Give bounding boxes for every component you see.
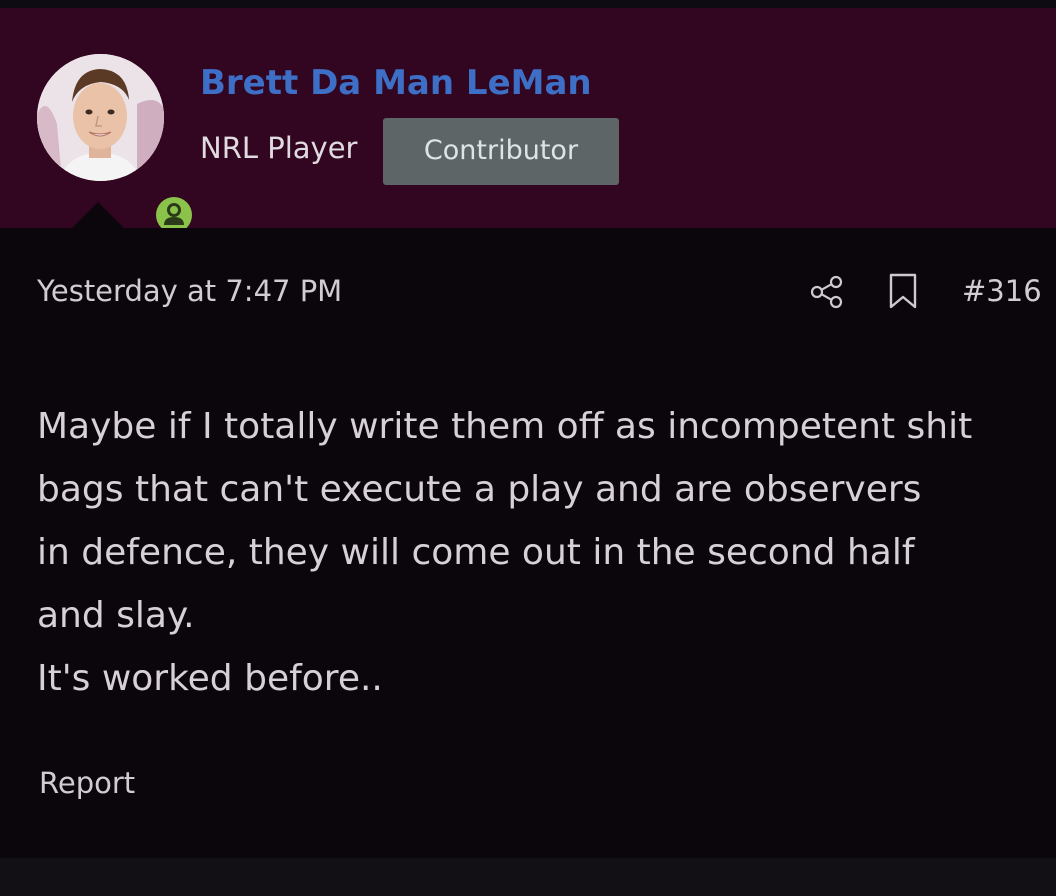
message-line: bags that can't execute a play and are o…: [37, 469, 922, 510]
message-line: It's worked before..: [37, 658, 383, 699]
post-number-link[interactable]: #316: [962, 274, 1042, 308]
bookmark-icon[interactable]: [887, 272, 919, 310]
message-line: and slay.: [37, 595, 195, 636]
post-message: Maybe if I totally write them off as inc…: [37, 395, 1049, 710]
author-user-title: NRL Player: [200, 131, 358, 165]
report-link[interactable]: Report: [39, 766, 135, 800]
post-body: Yesterday at 7:47 PM #316 Maybe if I tot…: [0, 228, 1056, 858]
avatar[interactable]: [37, 54, 197, 238]
user-avatar-photo: [37, 54, 164, 181]
author-username-link[interactable]: Brett Da Man LeMan: [200, 63, 592, 103]
post-timestamp-link[interactable]: Yesterday at 7:47 PM: [37, 274, 342, 308]
message-line: Maybe if I totally write them off as inc…: [37, 406, 973, 447]
user-banner-badge: Contributor: [383, 118, 619, 185]
post-author-header: Brett Da Man LeMan NRL Player Contributo…: [0, 8, 1056, 238]
bottom-strip: [0, 858, 1056, 896]
top-strip: [0, 0, 1056, 8]
share-icon[interactable]: [809, 274, 845, 310]
avatar-image[interactable]: [37, 54, 164, 181]
message-line: in defence, they will come out in the se…: [37, 532, 915, 573]
